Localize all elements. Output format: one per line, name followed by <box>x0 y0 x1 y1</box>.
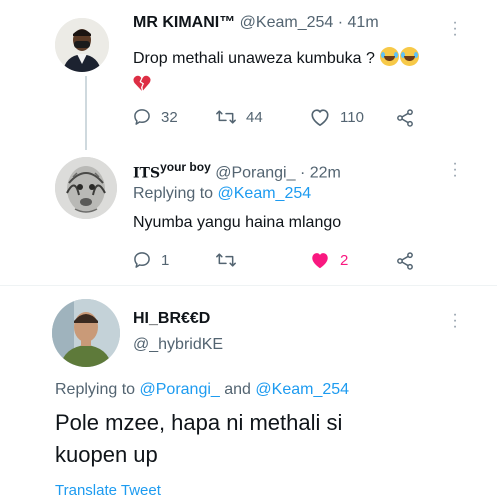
replying-to: Replying to @Porangi_ and @Keam_254 <box>55 381 350 398</box>
divider <box>0 285 497 286</box>
thread-line <box>85 134 87 150</box>
avatar[interactable] <box>55 18 109 72</box>
replying-to-link[interactable]: @Keam_254 <box>255 381 349 398</box>
reply-button[interactable]: 32 <box>132 107 178 127</box>
like-count: 2 <box>340 251 349 269</box>
handle[interactable]: @Porangi_ · 22m <box>215 164 341 181</box>
more-options-icon[interactable]: · · · <box>452 307 458 335</box>
tweet-text: Pole mzee, hapa ni methali si kuopen up <box>55 410 343 467</box>
reply-count: 32 <box>161 108 178 126</box>
tweet-text: Nyumba yangu haina mlango <box>133 214 342 231</box>
reply-icon <box>134 252 150 268</box>
share-button[interactable] <box>395 108 415 128</box>
display-name[interactable]: ITSyour boy @Porangi_ · 22m <box>133 160 341 182</box>
avatar[interactable] <box>55 157 117 219</box>
display-name[interactable]: MR KIMANI™ @Keam_254 · 41m <box>133 14 379 32</box>
retweet-count: 44 <box>246 108 263 126</box>
retweet-icon <box>216 110 236 124</box>
replying-to-link[interactable]: @Porangi_ <box>140 381 220 398</box>
avatar[interactable] <box>52 299 120 367</box>
tears-of-joy-emoji <box>380 47 400 66</box>
replying-to-link[interactable]: @Keam_254 <box>218 185 312 202</box>
display-name[interactable]: HI_BR€€D <box>133 310 210 328</box>
heart-icon <box>312 253 328 269</box>
retweet-button[interactable]: 44 <box>215 107 263 127</box>
broken-heart-emoji <box>133 75 151 97</box>
retweet-button[interactable] <box>215 250 237 270</box>
share-icon <box>397 252 413 270</box>
more-options-icon[interactable]: · · · <box>452 15 458 43</box>
tweet-1[interactable]: MR KIMANI™ @Keam_254 · 41m · · · Drop meth… <box>0 0 497 146</box>
heart-icon <box>311 109 329 126</box>
reply-icon <box>134 109 150 125</box>
like-button[interactable]: 110 <box>309 107 364 127</box>
reply-count: 1 <box>161 251 170 269</box>
handle[interactable]: @Keam_254 · 41m <box>240 14 379 31</box>
like-button[interactable]: 2 <box>309 250 348 270</box>
tweet-3[interactable]: HI_BR€€D @_hybridKE · · · Replying to @Por… <box>0 285 497 504</box>
retweet-icon <box>216 253 236 267</box>
tears-of-joy-emoji <box>400 47 420 66</box>
more-options-icon[interactable]: · · · <box>452 156 458 184</box>
share-button[interactable] <box>395 251 415 271</box>
translate-tweet-link[interactable]: Translate Tweet <box>55 482 161 499</box>
like-count: 110 <box>340 108 364 126</box>
tweet-text: Drop methali unaweza kumbuka ? <box>133 47 420 68</box>
replying-to: Replying to @Keam_254 <box>133 185 312 202</box>
share-icon <box>397 109 413 127</box>
tweet-2[interactable]: ITSyour boy @Porangi_ · 22m · · · Replying… <box>0 134 497 285</box>
handle[interactable]: @_hybridKE <box>133 336 223 354</box>
reply-button[interactable]: 1 <box>132 250 169 270</box>
